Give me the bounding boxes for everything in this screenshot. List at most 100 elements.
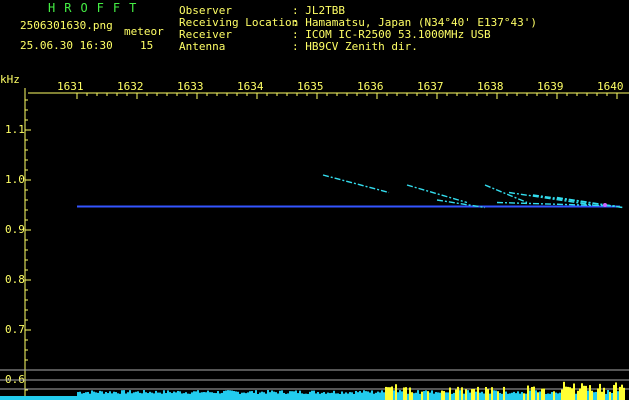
level-bar [169, 392, 171, 400]
level-bar [149, 391, 151, 400]
level-bar [97, 392, 99, 400]
level-bar [535, 390, 537, 400]
level-bar [353, 393, 355, 400]
level-bar [553, 391, 555, 400]
level-bar [377, 391, 379, 400]
level-bar [583, 385, 585, 400]
level-bar [345, 392, 347, 400]
level-bar [99, 390, 101, 400]
level-bar [325, 393, 327, 400]
level-bar [475, 391, 477, 400]
level-bar [155, 390, 157, 400]
level-bar [311, 390, 313, 400]
level-bar [421, 391, 423, 400]
level-bar [533, 386, 535, 400]
meteor-trail [406, 184, 468, 204]
level-bar [413, 393, 415, 400]
level-bar [91, 390, 93, 400]
level-bar [157, 392, 159, 400]
level-bar [619, 386, 621, 400]
level-bar [565, 386, 567, 400]
level-bar [171, 393, 173, 400]
level-bar [323, 392, 325, 400]
level-bar [197, 390, 199, 400]
level-bar [497, 391, 499, 400]
level-bar [451, 393, 453, 400]
level-bar [223, 390, 225, 400]
level-bar [431, 390, 433, 400]
level-bar [487, 389, 489, 400]
level-bar [595, 391, 597, 400]
level-bar [395, 384, 397, 400]
level-bar [605, 393, 607, 400]
level-bar [185, 392, 187, 400]
level-bar [125, 393, 127, 400]
level-bar [555, 392, 557, 400]
level-bar [449, 387, 451, 400]
level-bar [459, 390, 461, 400]
level-bar [213, 392, 215, 400]
level-bar [587, 390, 589, 400]
level-bar [273, 391, 275, 400]
level-bar [469, 392, 471, 400]
level-bar [131, 393, 133, 400]
level-bar [467, 390, 469, 400]
level-bar [401, 391, 403, 400]
level-bar [379, 392, 381, 400]
level-bar [591, 390, 593, 400]
level-bar [483, 393, 485, 400]
level-bar [493, 390, 495, 400]
level-bar [517, 391, 519, 400]
level-bar [167, 390, 169, 400]
level-bar [117, 393, 119, 400]
level-bar [593, 392, 595, 400]
level-bar [507, 393, 509, 400]
level-bar [255, 390, 257, 400]
level-bar [531, 387, 533, 400]
level-bar [105, 392, 107, 400]
level-bar [301, 393, 303, 400]
level-bar [289, 391, 291, 400]
level-bar [179, 391, 181, 400]
level-bar [299, 390, 301, 400]
level-bar [83, 393, 85, 400]
level-bar [481, 391, 483, 400]
level-bar [173, 391, 175, 400]
level-bar [589, 385, 591, 400]
level-bar [339, 393, 341, 400]
level-bar [217, 391, 219, 400]
level-bar [165, 393, 167, 400]
level-bar [229, 390, 231, 400]
level-bar [547, 393, 549, 400]
level-bar [417, 390, 419, 400]
level-bar [489, 393, 491, 400]
level-bar [485, 387, 487, 400]
level-bar [163, 390, 165, 400]
level-bar [561, 389, 563, 400]
level-bar [503, 386, 505, 400]
level-bar [357, 392, 359, 400]
level-bar [611, 392, 613, 400]
level-bar [151, 392, 153, 400]
level-bar [509, 393, 511, 400]
level-bar [433, 393, 435, 400]
level-bar [543, 388, 545, 400]
level-bar [77, 392, 79, 400]
level-bar [281, 390, 283, 400]
level-bar [387, 387, 389, 400]
level-bar [385, 386, 387, 400]
level-bar [237, 391, 239, 400]
level-bar [227, 390, 229, 400]
level-bar [153, 393, 155, 400]
level-bar [249, 391, 251, 400]
level-bar [573, 383, 575, 400]
level-bar [245, 393, 247, 400]
level-bar [161, 393, 163, 400]
level-bar [393, 390, 395, 400]
level-bar [277, 393, 279, 400]
level-bar [175, 392, 177, 400]
level-bar [247, 392, 249, 400]
level-bar [455, 389, 457, 400]
level-bar [231, 390, 233, 400]
level-bar [177, 390, 179, 400]
